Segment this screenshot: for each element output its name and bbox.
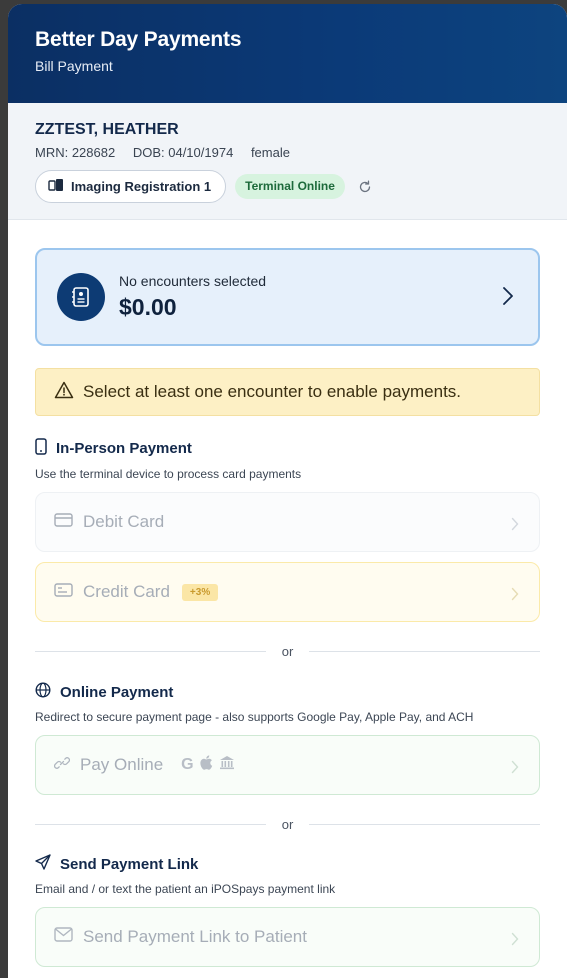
warning-triangle-icon bbox=[54, 381, 83, 404]
patient-dob: DOB: 04/10/1974 bbox=[132, 145, 234, 160]
card-icon bbox=[54, 512, 73, 532]
divider-line bbox=[35, 650, 266, 652]
or-divider: or bbox=[35, 640, 540, 662]
encounter-label: No encounters selected bbox=[119, 273, 267, 289]
app-title: Better Day Payments bbox=[35, 28, 242, 51]
patient-mrn: MRN: 228682 bbox=[35, 145, 116, 160]
pay-online-button[interactable]: Pay Online G bbox=[35, 735, 540, 795]
send-payment-link-label: Send Payment Link to Patient bbox=[83, 927, 307, 946]
warning-text: Select at least one encounter to enable … bbox=[83, 382, 462, 401]
send-payment-link-button[interactable]: Send Payment Link to Patient bbox=[35, 907, 540, 967]
app-subtitle: Bill Payment bbox=[35, 58, 113, 74]
debit-card-button[interactable]: Debit Card bbox=[35, 492, 540, 552]
terminal-status-badge: Terminal Online bbox=[235, 174, 345, 199]
or-divider: or bbox=[35, 813, 540, 835]
payment-link-description: Email and / or text the patient an iPOSp… bbox=[35, 882, 336, 896]
payment-link-title-text: Send Payment Link bbox=[60, 855, 199, 873]
warning-banner: Select at least one encounter to enable … bbox=[35, 368, 540, 416]
send-icon bbox=[35, 854, 60, 874]
credit-card-label: Credit Card bbox=[83, 582, 170, 601]
online-section: Online Payment Redirect to secure paymen… bbox=[35, 682, 540, 795]
refresh-icon[interactable] bbox=[357, 179, 373, 195]
google-pay-icon: G bbox=[181, 756, 194, 773]
pay-online-label: Pay Online bbox=[80, 755, 164, 774]
location-label: Imaging Registration 1 bbox=[71, 179, 212, 194]
credit-card-button[interactable]: Credit Card +3% bbox=[35, 562, 540, 622]
encounter-selector[interactable]: No encounters selected $0.00 bbox=[35, 248, 540, 346]
divider-text: or bbox=[281, 643, 294, 659]
app-header: Better Day Payments Bill Payment bbox=[8, 4, 567, 103]
online-description: Redirect to secure payment page - also s… bbox=[35, 710, 474, 724]
payment-link-section: Send Payment Link Email and / or text th… bbox=[35, 854, 540, 967]
in-person-title: In-Person Payment bbox=[35, 438, 540, 459]
payment-link-title: Send Payment Link bbox=[35, 854, 540, 874]
terminal-icon bbox=[48, 178, 71, 195]
online-title: Online Payment bbox=[35, 682, 540, 702]
chevron-right-icon bbox=[511, 759, 519, 779]
payment-content: No encounters selected $0.00 Select at l… bbox=[8, 220, 567, 967]
in-person-section: In-Person Payment Use the terminal devic… bbox=[35, 438, 540, 622]
globe-icon bbox=[35, 682, 60, 702]
link-icon bbox=[53, 755, 71, 776]
divider-line bbox=[309, 823, 540, 825]
in-person-description: Use the terminal device to process card … bbox=[35, 467, 302, 481]
divider-text: or bbox=[281, 816, 294, 832]
credit-card-icon bbox=[54, 582, 73, 602]
document-icon bbox=[57, 273, 105, 321]
location-selector[interactable]: Imaging Registration 1 bbox=[35, 170, 227, 203]
chevron-right-icon bbox=[511, 586, 519, 606]
encounter-summary: No encounters selected $0.00 bbox=[119, 273, 266, 321]
chevron-right-icon bbox=[511, 516, 519, 536]
apple-pay-icon bbox=[194, 755, 213, 775]
online-title-text: Online Payment bbox=[60, 683, 174, 701]
patient-meta: MRN: 228682 DOB: 04/10/1974 female bbox=[35, 145, 567, 160]
bank-icon bbox=[213, 755, 235, 775]
mail-icon bbox=[54, 927, 73, 947]
divider-line bbox=[35, 823, 266, 825]
in-person-title-text: In-Person Payment bbox=[56, 440, 192, 457]
patient-name: ZZTEST, HEATHER bbox=[35, 121, 179, 138]
debit-card-label: Debit Card bbox=[83, 512, 165, 531]
patient-sex: female bbox=[250, 145, 290, 160]
credit-fee-badge: +3% bbox=[181, 583, 219, 601]
payment-panel: Better Day Payments Bill Payment ZZTEST,… bbox=[8, 4, 567, 978]
terminal-row: Imaging Registration 1 Terminal Online bbox=[35, 170, 567, 203]
chevron-right-icon bbox=[511, 931, 519, 951]
chevron-right-icon bbox=[502, 286, 514, 311]
encounter-amount: $0.00 bbox=[119, 294, 177, 320]
patient-info: ZZTEST, HEATHER MRN: 228682 DOB: 04/10/1… bbox=[8, 103, 567, 220]
divider-line bbox=[309, 650, 540, 652]
payment-methods: G bbox=[181, 755, 234, 775]
phone-icon bbox=[35, 438, 56, 459]
